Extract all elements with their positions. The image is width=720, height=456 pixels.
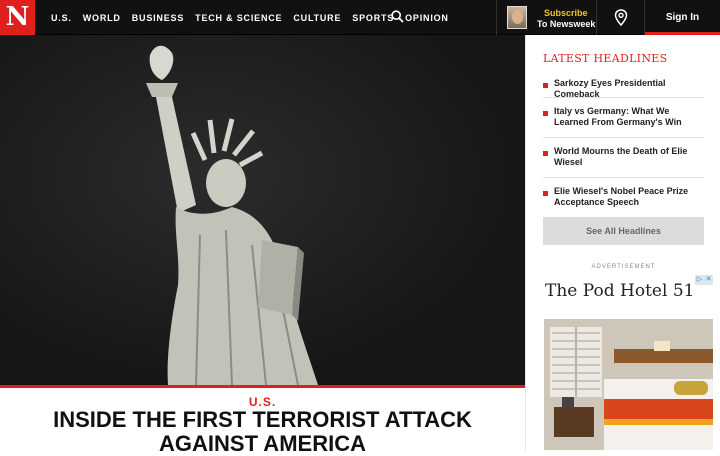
headline-item[interactable]: Sarkozy Eyes Presidential Comeback: [543, 78, 704, 99]
nav-item-business[interactable]: BUSINESS: [132, 13, 184, 23]
ad-title: The Pod Hotel 51: [545, 281, 695, 301]
location-button[interactable]: [597, 0, 645, 35]
headline-text: Elie Wiesel's Nobel Peace Prize Acceptan…: [554, 186, 689, 207]
nav-item-tech-science[interactable]: TECH & SCIENCE: [195, 13, 282, 23]
see-all-headlines-button[interactable]: See All Headlines: [543, 217, 704, 245]
magazine-cover-thumbnail: [507, 6, 527, 29]
nav-item-opinion[interactable]: OPINION: [405, 13, 449, 23]
subscribe-sublabel: To Newsweek: [537, 19, 596, 29]
top-nav-bar: N U.S. WORLD BUSINESS TECH & SCIENCE CUL…: [0, 0, 720, 35]
ad-choices-badge[interactable]: ▷ ✕: [695, 275, 713, 285]
nav-item-world[interactable]: WORLD: [83, 13, 121, 23]
headline-text: Italy vs Germany: What We Learned From G…: [554, 106, 682, 127]
hotel-room-image: [544, 319, 713, 450]
advertisement-label: ADVERTISEMENT: [591, 264, 656, 270]
nav-item-culture[interactable]: CULTURE: [293, 13, 341, 23]
headline-item[interactable]: World Mourns the Death of Elie Wiesel: [543, 146, 704, 178]
headline-item[interactable]: Elie Wiesel's Nobel Peace Prize Acceptan…: [543, 186, 704, 214]
newsweek-logo[interactable]: N: [0, 0, 35, 35]
latest-headlines-title: LATEST HEADLINES: [543, 52, 668, 65]
location-pin-icon: [614, 9, 628, 26]
headline-text: World Mourns the Death of Elie Wiesel: [554, 146, 688, 167]
statue-of-liberty-illustration: [146, 45, 318, 385]
advertisement[interactable]: The Pod Hotel 51 ▷ ✕: [543, 275, 713, 450]
search-icon[interactable]: [391, 10, 404, 23]
ad-info-icon: ▷: [696, 276, 703, 283]
sign-in-button[interactable]: Sign In: [645, 0, 720, 35]
article-headline[interactable]: INSIDE THE FIRST TERRORIST ATTACK AGAINS…: [20, 408, 505, 456]
bullet-square-icon: [543, 111, 548, 116]
headline-text: Sarkozy Eyes Presidential Comeback: [554, 78, 666, 99]
bullet-square-icon: [543, 191, 548, 196]
ad-close-icon[interactable]: ✕: [704, 275, 713, 285]
subscribe-label: Subscribe: [544, 8, 588, 18]
headline-item[interactable]: Italy vs Germany: What We Learned From G…: [543, 106, 704, 138]
sidebar: LATEST HEADLINES Sarkozy Eyes Presidenti…: [525, 35, 720, 450]
nav-item-sports[interactable]: SPORTS: [352, 13, 394, 23]
bullet-square-icon: [543, 83, 548, 88]
nav-item-us[interactable]: U.S.: [51, 13, 72, 23]
subscribe-button[interactable]: Subscribe To Newsweek: [496, 0, 597, 35]
hero-divider: [0, 385, 525, 388]
bullet-square-icon: [543, 151, 548, 156]
hero-image[interactable]: [0, 35, 525, 385]
